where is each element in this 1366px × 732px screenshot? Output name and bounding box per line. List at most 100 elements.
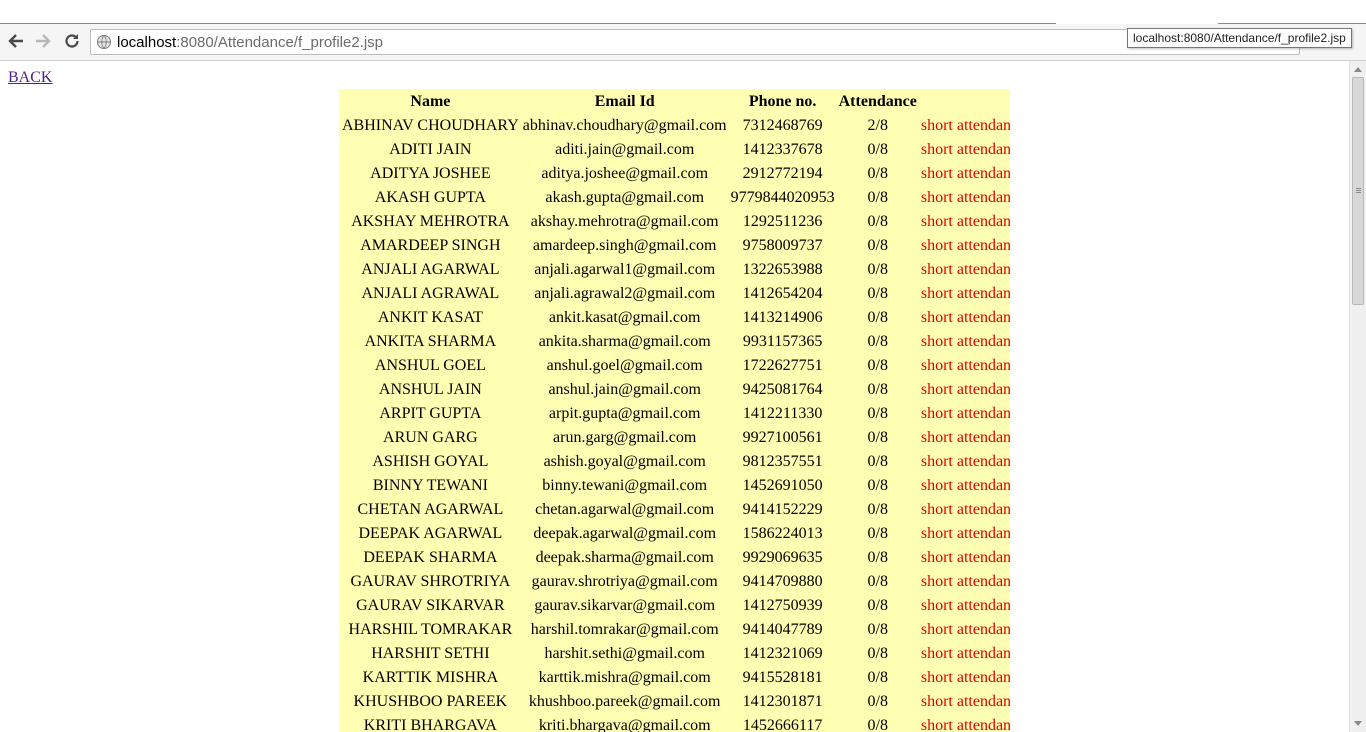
attendance-status: short attendance	[920, 693, 1010, 710]
table-row: ANKIT KASAT ankit.kasat@gmail.com 14132149…	[341, 307, 1010, 329]
attendance-status: short attendance	[920, 525, 1010, 542]
table-row: AMARDEEP SINGH amardeep.singh@gmail.com 97…	[341, 235, 1010, 257]
attendance-status: short attendance	[920, 597, 1010, 614]
table-row: KARTTIK MISHRA karttik.mishra@gmail.com 94…	[341, 667, 1010, 689]
student-email: gaurav.sikarvar@gmail.com	[534, 597, 716, 614]
student-phone: 9425081764	[742, 381, 823, 398]
student-email: akash.gupta@gmail.com	[545, 189, 705, 206]
student-email: aditi.jain@gmail.com	[555, 141, 695, 158]
window-top-strip	[0, 0, 1366, 24]
reload-icon[interactable]	[61, 30, 83, 52]
student-email: gaurav.shrotriya@gmail.com	[531, 573, 718, 590]
table-row: ADITYA JOSHEE aditya.joshee@gmail.com 2912…	[341, 163, 1010, 185]
table-row: ASHISH GOYAL ashish.goyal@gmail.com 981235…	[341, 451, 1010, 473]
url-host: localhost	[117, 34, 177, 51]
student-phone: 7312468769	[742, 117, 823, 134]
student-phone: 1412654204	[742, 285, 823, 302]
student-name: ANSHUL JAIN	[378, 381, 482, 398]
attendance-status: short attendance	[920, 621, 1010, 638]
scrollbar-grip-icon	[1356, 188, 1361, 189]
student-name: AKSHAY MEHROTRA	[351, 213, 510, 230]
student-attendance: 0/8	[867, 189, 888, 206]
attendance-status: short attendance	[920, 381, 1010, 398]
forward-arrow-icon[interactable]	[32, 30, 54, 52]
student-phone: 9758009737	[742, 237, 823, 254]
student-email: anjali.agrawal2@gmail.com	[534, 285, 716, 302]
student-name: HARSHIL TOMRAKAR	[348, 621, 513, 638]
table-row: ADITI JAIN aditi.jain@gmail.com 1412337678…	[341, 139, 1010, 161]
attendance-status: short attendance	[920, 669, 1010, 686]
address-bar[interactable]: localhost:8080/Attendance/f_profile2.jsp	[90, 29, 1300, 55]
student-name: GAURAV SIKARVAR	[356, 597, 505, 614]
student-attendance: 0/8	[867, 141, 888, 158]
student-attendance: 0/8	[867, 549, 888, 566]
student-phone: 9929069635	[742, 549, 823, 566]
student-email: ankita.sharma@gmail.com	[538, 333, 711, 350]
student-email: anjali.agarwal1@gmail.com	[534, 261, 716, 278]
student-attendance: 0/8	[867, 573, 888, 590]
student-attendance: 0/8	[867, 693, 888, 710]
student-attendance: 0/8	[867, 525, 888, 542]
table-row: ABHINAV CHOUDHARY abhinav.choudhary@gmail…	[341, 115, 1010, 137]
student-name: ANJALI AGRAWAL	[361, 285, 500, 302]
student-email: akshay.mehrotra@gmail.com	[530, 213, 719, 230]
table-row: ARUN GARG arun.garg@gmail.com 9927100561 0/…	[341, 427, 1010, 449]
back-link[interactable]: BACK	[8, 69, 52, 87]
student-name: GAURAV SHROTRIYA	[350, 573, 511, 590]
table-row: AKSHAY MEHROTRA akshay.mehrotra@gmail.com…	[341, 211, 1010, 233]
student-email: deepak.agarwal@gmail.com	[533, 525, 717, 542]
table-row: ANKITA SHARMA ankita.sharma@gmail.com 9931…	[341, 331, 1010, 353]
student-attendance: 0/8	[867, 669, 888, 686]
student-phone: 1412301871	[742, 693, 823, 710]
student-attendance: 0/8	[867, 405, 888, 422]
student-attendance: 0/8	[867, 165, 888, 182]
student-name: CHETAN AGARWAL	[357, 501, 504, 518]
student-name: ADITI JAIN	[389, 141, 472, 158]
table-body: ABHINAV CHOUDHARY abhinav.choudhary@gmail…	[341, 115, 1010, 732]
student-name: KHUSHBOO PAREEK	[353, 693, 508, 710]
vertical-scrollbar[interactable]	[1349, 61, 1366, 732]
student-attendance: 0/8	[867, 213, 888, 230]
attendance-status: short attendance	[920, 309, 1010, 326]
table-row: ANSHUL JAIN anshul.jain@gmail.com 94250817…	[341, 379, 1010, 401]
student-email: khushboo.pareek@gmail.com	[528, 693, 721, 710]
student-phone: 9414047789	[742, 621, 823, 638]
student-attendance: 0/8	[867, 309, 888, 326]
student-name: ANJALI AGARWAL	[361, 261, 500, 278]
student-name: AMARDEEP SINGH	[360, 237, 501, 254]
student-attendance: 0/8	[867, 261, 888, 278]
student-email: chetan.agarwal@gmail.com	[535, 501, 715, 518]
student-phone: 1586224013	[742, 525, 823, 542]
student-phone: 1412321069	[742, 645, 823, 662]
header-email: Email Id	[594, 93, 655, 110]
attendance-table: Name Email Id Phone no. Attendance ABHIN…	[339, 89, 1010, 732]
student-name: KRITI BHARGAVA	[363, 717, 497, 732]
student-phone: 1413214906	[742, 309, 823, 326]
student-phone: 1412211330	[742, 405, 823, 422]
table-row: CHETAN AGARWAL chetan.agarwal@gmail.com 94…	[341, 499, 1010, 521]
scrollbar-thumb[interactable]	[1352, 77, 1364, 305]
student-email: kriti.bhargava@gmail.com	[538, 717, 711, 732]
scroll-up-arrow-icon[interactable]	[1354, 67, 1362, 72]
table-row: AKASH GUPTA akash.gupta@gmail.com 97798440…	[341, 187, 1010, 209]
student-email: harshil.tomrakar@gmail.com	[530, 621, 719, 638]
student-email: harshit.sethi@gmail.com	[544, 645, 705, 662]
student-attendance: 0/8	[867, 477, 888, 494]
attendance-status: short attendance	[920, 189, 1010, 206]
student-phone: 1412750939	[742, 597, 823, 614]
student-phone: 1292511236	[742, 213, 823, 230]
attendance-table-container: Name Email Id Phone no. Attendance ABHIN…	[339, 89, 1010, 732]
table-row: KRITI BHARGAVA kriti.bhargava@gmail.com 14…	[341, 715, 1010, 732]
student-attendance: 0/8	[867, 501, 888, 518]
student-email: arun.garg@gmail.com	[553, 429, 697, 446]
header-status	[920, 91, 1010, 113]
attendance-status: short attendance	[920, 405, 1010, 422]
attendance-status: short attendance	[920, 645, 1010, 662]
student-name: ARPIT GUPTA	[379, 405, 482, 422]
back-arrow-icon[interactable]	[5, 30, 27, 52]
header-phone: Phone no.	[748, 93, 817, 110]
student-phone: 9927100561	[742, 429, 823, 446]
student-email: ashish.goyal@gmail.com	[543, 453, 706, 470]
scroll-down-arrow-icon[interactable]	[1354, 721, 1362, 726]
student-attendance: 0/8	[867, 597, 888, 614]
